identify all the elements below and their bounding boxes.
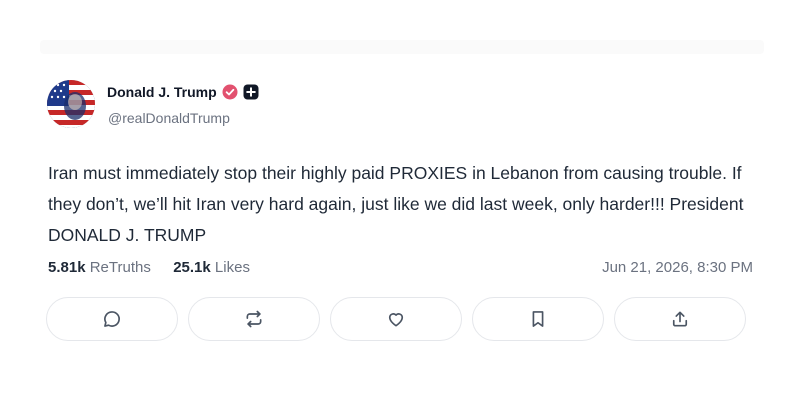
heart-icon xyxy=(388,313,404,327)
likes-label[interactable]: Likes xyxy=(215,259,250,276)
bookmark-icon xyxy=(532,311,544,327)
avatar-flag-portrait-icon xyxy=(47,80,95,128)
header-strip xyxy=(40,40,764,54)
like-button[interactable] xyxy=(330,297,462,341)
likes-count[interactable]: 25.1k xyxy=(173,259,211,276)
post-timestamp[interactable]: Jun 21, 2026, 8:30 PM xyxy=(602,259,753,276)
bookmark-button[interactable] xyxy=(472,297,604,341)
avatar[interactable] xyxy=(47,80,95,128)
author-name-row: Donald J. Trump xyxy=(107,84,259,100)
repost-icon xyxy=(246,310,262,328)
share-button[interactable] xyxy=(614,297,746,341)
post-stats: 5.81k ReTruths 25.1k Likes xyxy=(48,259,250,276)
author-handle[interactable]: @realDonaldTrump xyxy=(108,110,230,126)
retruth-button[interactable] xyxy=(188,297,320,341)
share-icon xyxy=(672,311,688,327)
plus-badge-icon xyxy=(243,84,259,100)
verified-badge-icon xyxy=(222,84,238,100)
retruths-label[interactable]: ReTruths xyxy=(90,259,151,276)
reply-button[interactable] xyxy=(46,297,178,341)
author-display-name[interactable]: Donald J. Trump xyxy=(107,84,217,100)
action-bar xyxy=(46,297,746,341)
retruths-count[interactable]: 5.81k xyxy=(48,259,86,276)
post-text: Iran must immediately stop their highly … xyxy=(48,163,754,245)
comment-icon xyxy=(104,311,120,327)
